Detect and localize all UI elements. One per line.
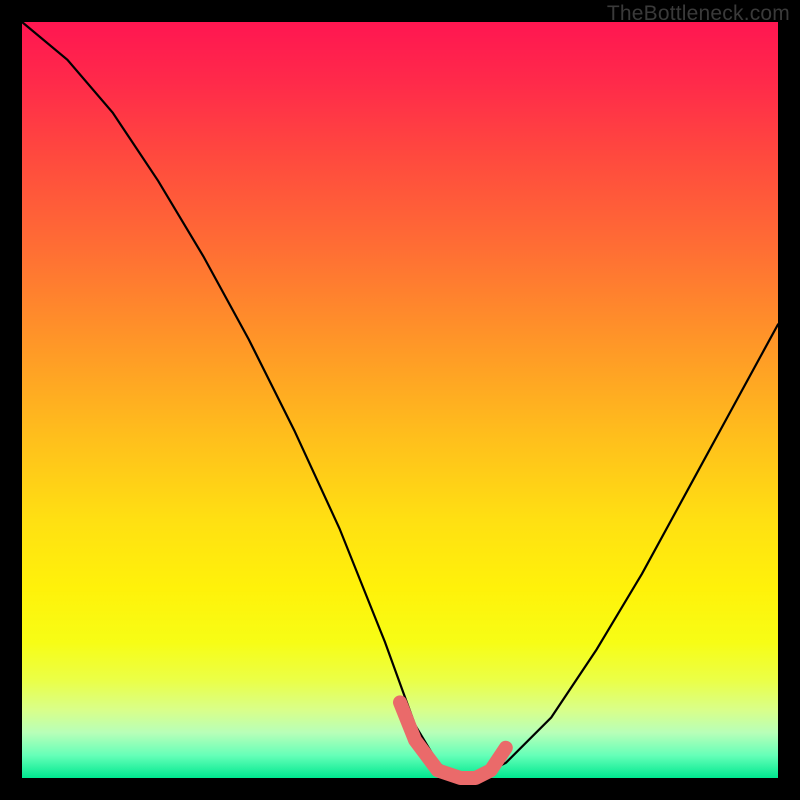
chart-canvas: TheBottleneck.com <box>0 0 800 800</box>
bottleneck-curve <box>22 22 778 778</box>
curve-layer <box>22 22 778 778</box>
watermark-text: TheBottleneck.com <box>607 2 790 26</box>
plot-area <box>22 22 778 778</box>
trough-highlight <box>400 702 506 778</box>
